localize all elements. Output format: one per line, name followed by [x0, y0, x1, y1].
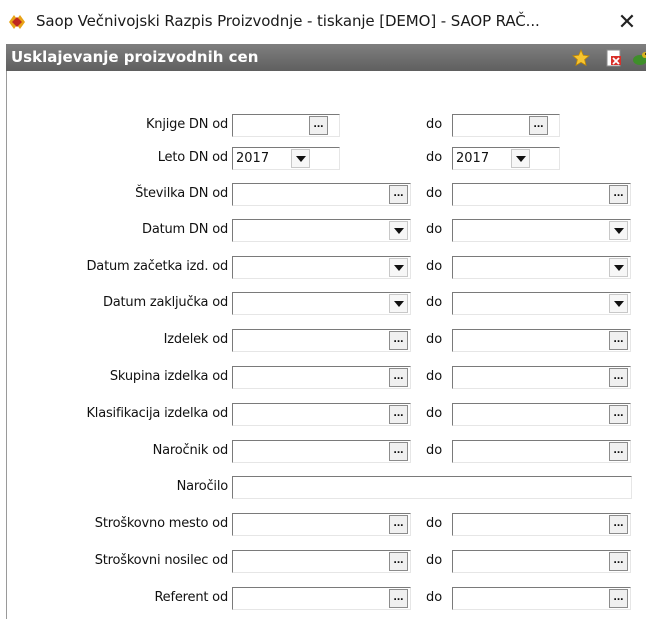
- ellipsis-browse-button[interactable]: ...: [389, 185, 408, 204]
- ellipsis-browse-button[interactable]: ...: [389, 589, 408, 608]
- label-stevilka_dn: Številka DN od: [135, 186, 228, 201]
- input-klasifikacija_izdelka-from[interactable]: ...: [232, 403, 411, 426]
- window-close-button[interactable]: ✕: [612, 8, 642, 36]
- label-skupina_izdelka: Skupina izdelka od: [109, 369, 228, 384]
- label-klasifikacija_izdelka: Klasifikacija izdelka od: [86, 406, 228, 421]
- select-datum_dn-from[interactable]: [232, 219, 411, 242]
- label-do-stevilka_dn: do: [426, 186, 443, 201]
- window-title: Saop Večnivojski Razpis Proizvodnje - ti…: [36, 12, 540, 30]
- chevron-down-icon[interactable]: [609, 294, 628, 313]
- input-stevilka_dn-to[interactable]: ...: [452, 183, 631, 206]
- label-datum_zakljucka: Datum zaključka od: [102, 295, 228, 310]
- exit-turtle-icon[interactable]: [631, 49, 646, 67]
- chevron-down-icon[interactable]: [291, 149, 310, 168]
- saop-app-icon: [9, 15, 25, 29]
- ellipsis-browse-button[interactable]: ...: [609, 185, 628, 204]
- label-do-strosovni_nosilec: do: [426, 553, 443, 568]
- ellipsis-browse-button[interactable]: ...: [389, 368, 408, 387]
- input-stroskovno_mesto-to[interactable]: ...: [452, 513, 631, 536]
- input-referent-from[interactable]: ...: [232, 587, 411, 610]
- chevron-down-icon[interactable]: [511, 149, 530, 168]
- label-knjige_dn: Knjige DN od: [145, 117, 228, 132]
- chevron-down-icon[interactable]: [389, 294, 408, 313]
- ellipsis-browse-button[interactable]: ...: [389, 552, 408, 571]
- label-datum_zacetka: Datum začetka izd. od: [86, 259, 229, 274]
- input-narocilo[interactable]: [232, 476, 632, 499]
- input-referent-to[interactable]: ...: [452, 587, 631, 610]
- label-do-narocnik: do: [426, 443, 443, 458]
- label-leto_dn: Leto DN od: [157, 150, 228, 165]
- leto_dn-to-value: 2017: [456, 151, 490, 166]
- label-narocilo: Naročilo: [176, 479, 229, 494]
- select-datum_dn-to[interactable]: [452, 219, 631, 242]
- window-title-bar: Saop Večnivojski Razpis Proizvodnje - ti…: [0, 0, 646, 44]
- input-knjige_dn-from[interactable]: ...: [232, 114, 340, 137]
- input-skupina_izdelka-to[interactable]: ...: [452, 366, 631, 389]
- input-strosovni_nosilec-from[interactable]: ...: [232, 550, 411, 573]
- input-knjige_dn-to[interactable]: ...: [452, 114, 560, 137]
- chevron-down-icon[interactable]: [609, 258, 628, 277]
- ellipsis-browse-button[interactable]: ...: [389, 331, 408, 350]
- close-document-icon[interactable]: [605, 49, 623, 67]
- label-do-leto_dn: do: [426, 150, 443, 165]
- filter-form: Knjige DN od... do... Leto DN od 2017 do 2017…: [6, 71, 646, 619]
- label-do-datum_zacetka: do: [426, 259, 443, 274]
- select-leto_dn-to[interactable]: 2017: [452, 147, 560, 170]
- chevron-down-icon[interactable]: [389, 221, 408, 240]
- chevron-down-icon[interactable]: [609, 221, 628, 240]
- ellipsis-browse-button[interactable]: ...: [609, 368, 628, 387]
- ellipsis-browse-button[interactable]: ...: [609, 331, 628, 350]
- input-stevilka_dn-from[interactable]: ...: [232, 183, 411, 206]
- ellipsis-browse-button[interactable]: ...: [609, 515, 628, 534]
- label-do-klasifikacija_izdelka: do: [426, 406, 443, 421]
- input-narocnik-from[interactable]: ...: [232, 440, 411, 463]
- input-strosovni_nosilec-to[interactable]: ...: [452, 550, 631, 573]
- ellipsis-browse-button[interactable]: ...: [389, 442, 408, 461]
- label-do-knjige_dn: do: [426, 117, 443, 132]
- select-datum_zakljucka-to[interactable]: [452, 292, 631, 315]
- ellipsis-browse-button[interactable]: ...: [609, 552, 628, 571]
- label-do-stroskovno_mesto: do: [426, 516, 443, 531]
- ellipsis-browse-button[interactable]: ...: [529, 116, 548, 135]
- ellipsis-browse-button[interactable]: ...: [609, 589, 628, 608]
- label-strosovni_nosilec: Stroškovni nosilec od: [94, 553, 229, 568]
- label-stroskovno_mesto: Stroškovno mesto od: [94, 516, 228, 531]
- chevron-down-icon[interactable]: [389, 258, 408, 277]
- input-izdelek-to[interactable]: ...: [452, 329, 631, 352]
- input-klasifikacija_izdelka-to[interactable]: ...: [452, 403, 631, 426]
- leto_dn-from-value: 2017: [236, 151, 270, 166]
- label-izdelek: Izdelek od: [163, 332, 229, 347]
- ellipsis-browse-button[interactable]: ...: [609, 442, 628, 461]
- input-stroskovno_mesto-from[interactable]: ...: [232, 513, 411, 536]
- label-do-skupina_izdelka: do: [426, 369, 443, 384]
- ellipsis-browse-button[interactable]: ...: [609, 405, 628, 424]
- input-skupina_izdelka-from[interactable]: ...: [232, 366, 411, 389]
- ellipsis-browse-button[interactable]: ...: [309, 116, 328, 135]
- label-do-referent: do: [426, 590, 443, 605]
- input-narocnik-to[interactable]: ...: [452, 440, 631, 463]
- label-datum_dn: Datum DN od: [142, 222, 228, 237]
- select-leto_dn-from[interactable]: 2017: [232, 147, 340, 170]
- favorite-star-icon[interactable]: [572, 49, 590, 67]
- select-datum_zacetka-from[interactable]: [232, 256, 411, 279]
- label-narocnik: Naročnik od: [152, 443, 229, 458]
- label-do-datum_zakljucka: do: [426, 295, 443, 310]
- form-title: Usklajevanje proizvodnih cen: [11, 48, 259, 66]
- ellipsis-browse-button[interactable]: ...: [389, 515, 408, 534]
- ellipsis-browse-button[interactable]: ...: [389, 405, 408, 424]
- label-do-izdelek: do: [426, 332, 443, 347]
- label-referent: Referent od: [154, 590, 228, 605]
- label-do-datum_dn: do: [426, 222, 443, 237]
- form-header-bar: Usklajevanje proizvodnih cen: [6, 44, 646, 71]
- input-izdelek-from[interactable]: ...: [232, 329, 411, 352]
- select-datum_zakljucka-from[interactable]: [232, 292, 411, 315]
- select-datum_zacetka-to[interactable]: [452, 256, 631, 279]
